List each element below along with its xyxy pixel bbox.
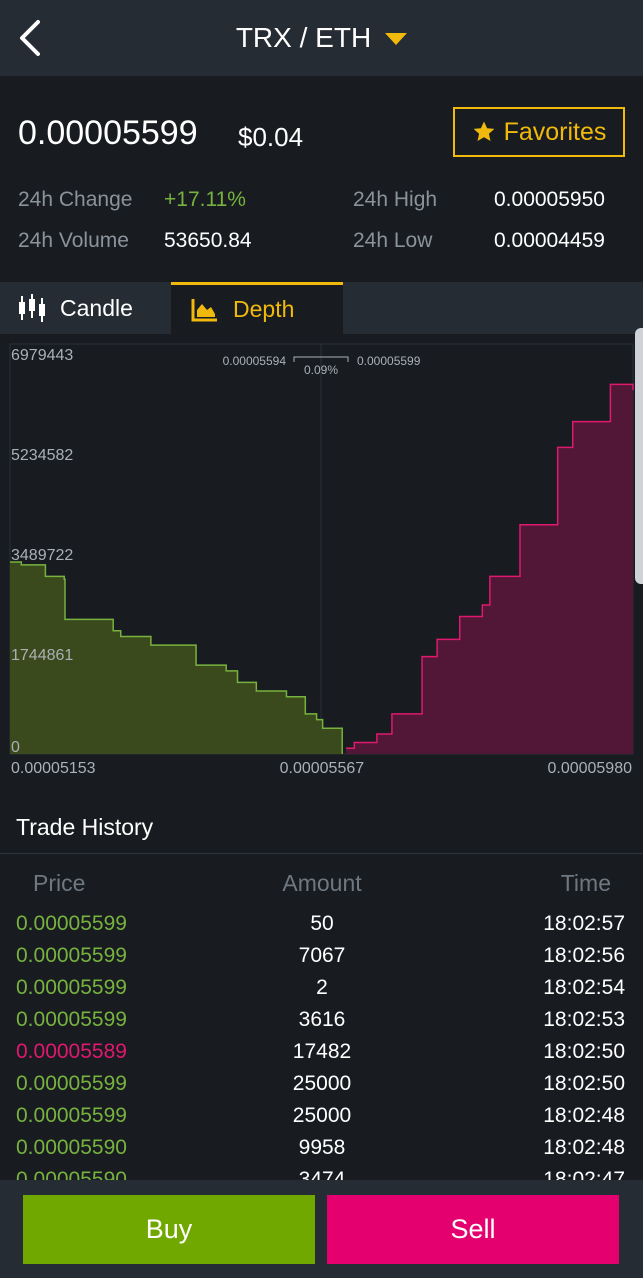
trade-time: 18:02:47 [543,1168,625,1180]
top-bar: TRX / ETH [0,0,643,76]
ask-price-label: 0.00005599 [357,354,421,368]
pair-selector[interactable]: TRX / ETH [0,22,643,54]
volume-label: 24h Volume [18,229,129,252]
trade-price: 0.00005599 [16,944,127,967]
trade-price: 0.00005599 [16,976,127,999]
ticker-panel: 0.00005599 $0.04 Favorites 24h Change +1… [0,76,643,282]
trade-row: 0.00005599 7067 18:02:56 [0,940,643,972]
trade-amount: 3616 [298,1008,346,1031]
y-tick-label: 6979443 [11,347,73,364]
trade-time: 18:02:48 [543,1136,625,1159]
trade-time: 18:02:50 [543,1072,625,1095]
trade-price: 0.00005599 [16,1104,127,1127]
trade-row: 0.00005599 2 18:02:54 [0,972,643,1004]
pair-title: TRX / ETH [235,22,372,53]
trade-row: 0.00005599 3616 18:02:53 [0,1004,643,1036]
trade-price: 0.00005599 [16,1008,127,1031]
action-bar: Buy Sell [0,1180,643,1278]
trade-amount: 9958 [298,1136,346,1159]
trade-amount: 50 [310,912,334,935]
trade-history-title: Trade History [16,814,154,840]
x-tick-label: 0.00005980 [547,760,632,777]
sell-button[interactable]: Sell [327,1195,619,1264]
high-value: 0.00005950 [494,188,605,211]
y-tick-label: 5234582 [11,447,73,464]
trade-amount: 3474 [298,1168,346,1180]
trade-row: 0.00005599 50 18:02:57 [0,908,643,940]
spread-label: 0.09% [304,363,338,377]
trade-amount: 2 [316,976,328,999]
trade-row: 0.00005590 9958 18:02:48 [0,1132,643,1164]
favorites-label: Favorites [503,117,607,146]
favorites-button[interactable]: Favorites [453,107,625,157]
column-header-amount: Amount [282,870,362,896]
change-label: 24h Change [18,188,133,211]
low-value: 0.00004459 [494,229,605,252]
edge-panel-handle[interactable] [635,328,643,584]
change-value: +17.11% [164,188,246,211]
last-price: 0.00005599 [18,114,198,152]
x-tick-label: 0.00005567 [280,760,365,777]
tab-depth[interactable]: Depth [171,282,343,334]
depth-chart[interactable]: 6979443 5234582 3489722 1744861 0 0.00005153 0… [0,334,643,784]
trade-time: 18:02:50 [543,1040,625,1063]
trade-time: 18:02:54 [543,976,625,999]
trade-amount: 25000 [292,1072,352,1095]
caret-down-icon [385,33,408,45]
chart-tabs: Candle Depth [0,282,643,334]
volume-value: 53650.84 [164,229,252,252]
trade-price: 0.00005599 [16,1072,127,1095]
usd-price: $0.04 [238,122,304,152]
trade-amount: 25000 [292,1104,352,1127]
depth-chart-icon [191,298,217,321]
trade-row: 0.00005590 3474 18:02:47 [0,1164,643,1180]
column-header-price: Price [33,870,86,896]
star-icon [473,121,494,141]
trade-price: 0.00005590 [16,1168,127,1180]
y-tick-label: 3489722 [11,547,73,564]
trade-time: 18:02:57 [543,912,625,935]
trade-price: 0.00005599 [16,912,127,935]
divider [0,853,643,854]
trade-time: 18:02:56 [543,944,625,967]
trade-amount: 7067 [298,944,346,967]
low-label: 24h Low [353,229,433,252]
trade-row: 0.00005599 25000 18:02:48 [0,1100,643,1132]
column-header-time: Time [560,870,611,896]
buy-button[interactable]: Buy [23,1195,315,1264]
candlestick-icon [19,294,45,322]
bid-price-label: 0.00005594 [223,354,287,368]
high-label: 24h High [353,188,438,211]
trade-price: 0.00005590 [16,1136,127,1159]
trade-time: 18:02:53 [543,1008,625,1031]
trade-amount: 17482 [292,1040,352,1063]
x-tick-label: 0.00005153 [11,760,96,777]
trade-row: 0.00005599 25000 18:02:50 [0,1068,643,1100]
trade-time: 18:02:48 [543,1104,625,1127]
tab-depth-label: Depth [233,296,295,322]
trade-history-list[interactable]: 0.00005599 50 18:02:57 0.00005599 7067 18:02:… [0,908,643,1180]
y-tick-label: 0 [11,739,20,756]
trade-price: 0.00005589 [16,1040,127,1063]
trade-row: 0.00005589 17482 18:02:50 [0,1036,643,1068]
tab-candle-label: Candle [60,294,133,321]
y-tick-label: 1744861 [11,647,73,664]
tab-candle[interactable]: Candle [18,282,133,334]
